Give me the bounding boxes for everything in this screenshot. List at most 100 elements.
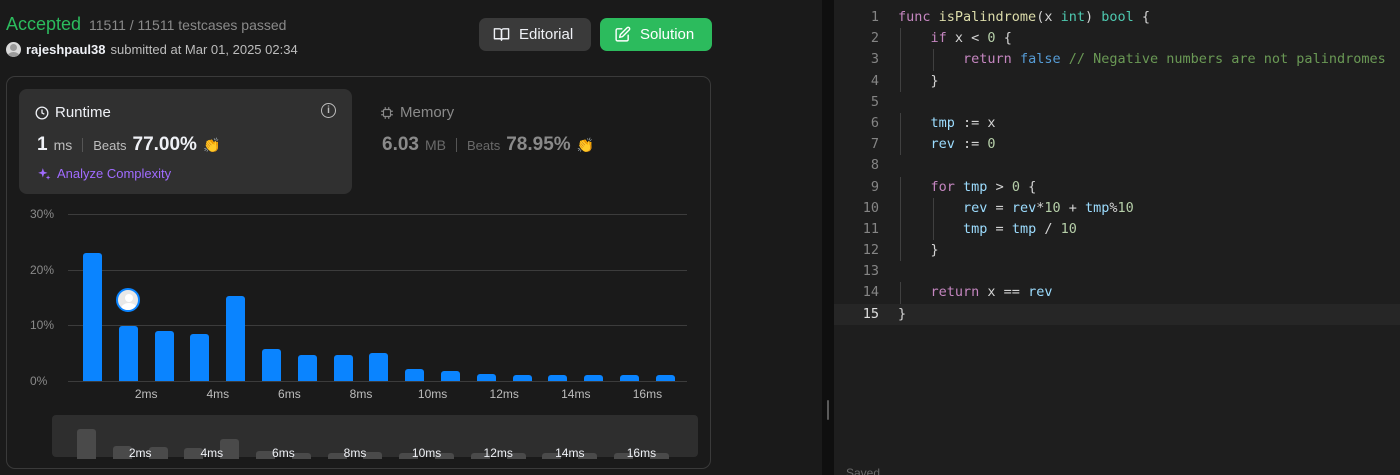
code-text[interactable]: tmp := x <box>898 113 996 134</box>
runtime-box[interactable]: Runtime i 1 ms Beats 77.00% 👏 Analyze Co… <box>19 89 352 194</box>
line-number: 5 <box>870 93 879 110</box>
runtime-unit: ms <box>53 137 73 153</box>
runtime-value: 1 <box>37 134 48 155</box>
runtime-beats-percent: 77.00% <box>132 134 197 155</box>
resize-grip[interactable] <box>827 400 829 420</box>
runtime-distribution-chart[interactable]: 30% 20% 10% 0% 2ms 4ms 6ms 8ms 10ms 12ms 14ms 16ms <box>0 200 711 415</box>
code-editor[interactable]: 1 func isPalindrome(x int) bool {2 if x <… <box>834 0 1400 475</box>
mini-x-tick-label: 10ms <box>411 446 442 460</box>
chart-bar[interactable] <box>154 331 174 381</box>
memory-value: 6.03 <box>382 134 419 155</box>
chart-bar[interactable] <box>405 368 425 381</box>
chart-bar[interactable] <box>584 375 604 381</box>
code-line[interactable]: 15} <box>834 303 1400 325</box>
username-link[interactable]: rajeshpaul38 <box>26 42 106 57</box>
user-avatar[interactable] <box>6 42 21 57</box>
chart-bar[interactable] <box>476 373 496 381</box>
line-number: 10 <box>862 199 879 216</box>
chart-bar[interactable] <box>655 375 675 381</box>
editorial-button[interactable]: Editorial <box>479 18 591 51</box>
chart-bar[interactable] <box>118 326 138 381</box>
chart-bar[interactable] <box>620 375 639 381</box>
edit-icon <box>615 26 631 42</box>
chart-bar[interactable] <box>512 375 532 381</box>
memory-title: Memory <box>380 104 454 121</box>
code-line[interactable]: 5 <box>834 92 1400 113</box>
analyze-label: Analyze Complexity <box>57 166 172 181</box>
mini-x-tick-label: 12ms <box>483 446 513 460</box>
code-text[interactable]: tmp = tmp / 10 <box>898 219 1077 240</box>
chart-bar[interactable] <box>226 296 246 381</box>
panel-resize-handle[interactable] <box>822 0 834 475</box>
code-line[interactable]: 9 for tmp > 0 { <box>834 176 1400 198</box>
submitted-time: submitted at Mar 01, 2025 02:34 <box>110 42 298 57</box>
code-text[interactable]: rev := 0 <box>898 134 996 155</box>
code-text[interactable]: func isPalindrome(x int) bool { <box>898 7 1150 28</box>
line-number: 12 <box>862 242 879 259</box>
code-text[interactable]: if x < 0 { <box>898 28 1012 49</box>
code-line[interactable]: 12 } <box>834 240 1400 262</box>
status-accepted: Accepted <box>6 14 82 34</box>
code-text[interactable]: rev = rev*10 + tmp%10 <box>898 198 1134 219</box>
y-tick-label: 30% <box>30 207 55 221</box>
chart-bar[interactable] <box>83 252 102 381</box>
code-line[interactable]: 1 func isPalindrome(x int) bool { <box>834 7 1400 28</box>
save-status: Saved <box>846 466 881 475</box>
code-text[interactable]: return x == rev <box>898 282 1053 303</box>
book-icon <box>493 28 510 41</box>
line-number: 1 <box>870 9 879 25</box>
x-tick-label: 10ms <box>417 387 448 401</box>
x-tick-label: 4ms <box>206 387 230 401</box>
code-text[interactable]: return false // Negative numbers are not… <box>898 49 1386 70</box>
info-icon[interactable]: i <box>321 103 336 118</box>
gridline <box>68 381 687 382</box>
code-line[interactable]: 14 return x == rev <box>834 282 1400 304</box>
code-line[interactable]: 3 return false // Negative numbers are n… <box>834 49 1400 71</box>
sparkle-icon <box>38 167 51 180</box>
chart-bar[interactable] <box>262 348 281 381</box>
runtime-title: Runtime <box>35 104 111 121</box>
chart-bar[interactable] <box>441 370 460 381</box>
gridline <box>68 325 687 327</box>
line-number: 13 <box>862 263 879 280</box>
chart-bar[interactable] <box>190 334 210 381</box>
line-number: 15 <box>862 305 879 322</box>
gridline <box>68 214 687 215</box>
code-line[interactable]: 13 <box>834 261 1400 282</box>
your-submission-marker[interactable] <box>116 288 141 313</box>
analyze-complexity-link[interactable]: Analyze Complexity <box>37 166 171 181</box>
mini-x-tick-label: 14ms <box>555 446 585 460</box>
chart-bar[interactable] <box>548 375 568 381</box>
code-area[interactable]: 1 func isPalindrome(x int) bool {2 if x <… <box>834 7 1400 325</box>
memory-box[interactable]: Memory 6.03 MB Beats 78.95% 👏 <box>364 89 697 194</box>
testcases-summary: 11511 / 11511 testcases passed <box>89 17 287 33</box>
line-number: 14 <box>862 284 879 301</box>
code-text[interactable]: } <box>898 240 939 261</box>
x-tick-label: 16ms <box>632 387 663 401</box>
x-tick-label: 6ms <box>278 387 301 401</box>
code-line[interactable]: 2 if x < 0 { <box>834 28 1400 50</box>
memory-metric: 6.03 MB Beats 78.95% 👏 <box>382 134 594 156</box>
chart-bar[interactable] <box>333 355 353 381</box>
solution-label: Solution <box>640 26 695 43</box>
mini-x-tick-label: 2ms <box>128 446 152 460</box>
code-line[interactable]: 8 <box>834 155 1400 176</box>
distribution-overview-slider[interactable]: 2ms 4ms 6ms 8ms 10ms 12ms 14ms 16ms <box>52 415 698 460</box>
code-line[interactable]: 11 tmp = tmp / 10 <box>834 218 1400 241</box>
chart-bar[interactable] <box>297 354 317 381</box>
solution-button[interactable]: Solution <box>600 18 712 51</box>
code-line[interactable]: 7 rev := 0 <box>834 134 1400 156</box>
code-line[interactable]: 4 } <box>834 70 1400 92</box>
memory-unit: MB <box>424 137 446 153</box>
code-text[interactable]: for tmp > 0 { <box>898 177 1037 198</box>
code-line[interactable]: 10 rev = rev*10 + tmp%10 <box>834 197 1400 219</box>
x-tick-label: 2ms <box>134 387 158 401</box>
code-text[interactable]: } <box>898 304 906 325</box>
code-text[interactable]: } <box>898 71 939 92</box>
code-line[interactable]: 6 tmp := x <box>834 112 1400 135</box>
mini-x-tick-label: 8ms <box>343 446 367 460</box>
chart-bar[interactable] <box>369 352 389 381</box>
line-number: 11 <box>862 220 879 237</box>
line-number: 3 <box>870 51 879 68</box>
clap-icon: 👏 <box>202 137 221 153</box>
